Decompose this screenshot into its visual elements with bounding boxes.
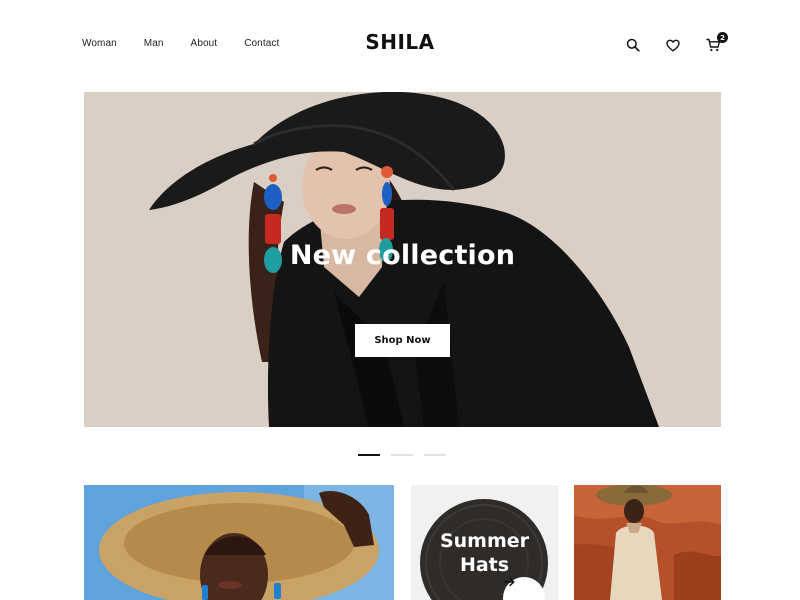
category-card-desert[interactable] <box>574 485 721 600</box>
summer-hats-label-line1: Summer <box>439 530 530 552</box>
carousel-dot-2[interactable] <box>391 454 413 456</box>
header-actions: 2 <box>624 32 728 54</box>
carousel-dot-1[interactable] <box>358 454 380 456</box>
shop-now-button[interactable]: Shop Now <box>355 324 450 357</box>
carousel-indicators <box>358 454 446 456</box>
search-icon <box>626 38 640 52</box>
cart-count-badge: 2 <box>717 32 728 43</box>
category-card-woman-hat[interactable] <box>84 485 394 600</box>
summer-hats-label: Summer Hats <box>411 529 558 577</box>
wishlist-button[interactable] <box>664 36 682 54</box>
search-button[interactable] <box>624 36 642 54</box>
arrow-right-icon <box>503 577 515 587</box>
site-header: Woman Man About Contact SHILA 2 <box>0 0 800 90</box>
heart-icon <box>666 39 680 51</box>
hero-banner: New collection Shop Now <box>84 92 721 427</box>
carousel-dot-3[interactable] <box>424 454 446 456</box>
woman-straw-hat-image <box>84 485 394 600</box>
hero-title: New collection <box>289 240 516 271</box>
woman-red-rocks-image <box>574 485 721 600</box>
summer-hats-label-line2: Hats <box>459 554 510 576</box>
cart-button[interactable]: 2 <box>704 32 728 54</box>
category-card-summer-hats[interactable]: Summer Hats <box>411 485 558 600</box>
